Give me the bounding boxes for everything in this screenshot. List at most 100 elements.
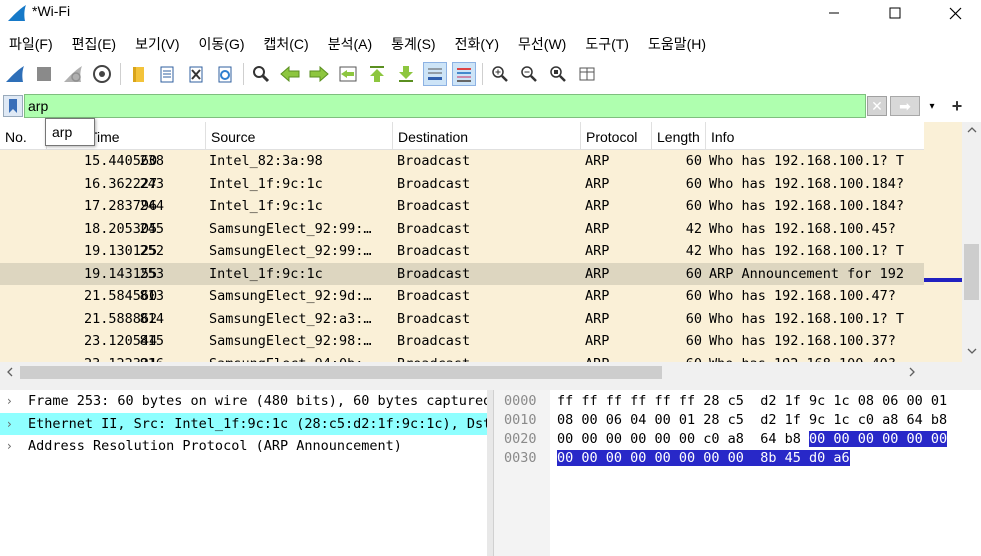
detail-text: Ethernet II, Src: Intel_1f:9c:1c (28:c5:…: [28, 415, 487, 432]
scroll-down-button[interactable]: [962, 343, 981, 359]
close-file-icon: [189, 66, 203, 83]
close-file-button[interactable]: [184, 62, 208, 86]
column-destination[interactable]: Destination: [393, 122, 581, 150]
packet-cell-info: Who has 192.168.100.184?: [709, 198, 905, 214]
packet-row[interactable]: 813 21.584560 SamsungElect_92:9d:… Broadcas…: [0, 285, 924, 308]
packet-row[interactable]: 252 19.130125 SamsungElect_92:99:… Broadcas…: [0, 240, 924, 263]
display-filter-input[interactable]: arp: [24, 94, 866, 118]
packet-list-vertical-scrollbar[interactable]: [962, 122, 981, 362]
go-to-packet-button[interactable]: [336, 62, 360, 86]
byte-offset: 0020: [504, 431, 537, 447]
colorize-button[interactable]: [452, 62, 476, 86]
packet-cell-source: SamsungElect_92:99:…: [209, 220, 372, 237]
hex-line[interactable]: 00 00 00 00 00 00 00 00 8b 45 d0 a6: [557, 449, 850, 468]
menu-go[interactable]: 이동(G): [194, 30, 250, 58]
filter-history-dropdown[interactable]: ▾: [922, 96, 942, 116]
clear-filter-button[interactable]: ✕: [867, 96, 887, 116]
packet-row[interactable]: 814 21.588862 SamsungElect_92:a3:… Broadcas…: [0, 307, 924, 330]
reload-icon: [218, 66, 232, 83]
hex-line[interactable]: 00 00 00 00 00 00 c0 a8 64 b8 00 00 00 0…: [557, 430, 948, 449]
packet-cell-info: Who has 192.168.100.40?: [709, 353, 924, 363]
packet-cell-info: Who has 192.168.100.1? T: [709, 310, 905, 327]
menu-wireless[interactable]: 무선(W): [513, 30, 571, 58]
column-time[interactable]: Time: [84, 122, 206, 150]
horizontal-scroll-thumb[interactable]: [20, 366, 662, 379]
hex-line[interactable]: 08 00 06 04 00 01 28 c5 d2 1f 9c 1c c0 a…: [557, 411, 947, 430]
zoom-in-icon: [492, 66, 508, 82]
restart-capture-button[interactable]: [61, 62, 85, 86]
menu-tools[interactable]: 도구(T): [580, 30, 634, 58]
menu-capture[interactable]: 캡처(C): [259, 30, 314, 58]
filter-bookmark-button[interactable]: [3, 95, 23, 117]
add-filter-button[interactable]: +: [947, 95, 967, 117]
packet-row[interactable]: 244 17.283796 Intel_1f:9c:1c Broadcast ARP 60…: [0, 195, 924, 218]
reload-file-button[interactable]: [213, 62, 237, 86]
packet-cell-protocol: ARP: [585, 243, 610, 259]
packet-list-horizontal-scrollbar[interactable]: [0, 362, 981, 382]
menu-file[interactable]: 파일(F): [4, 30, 58, 58]
packet-row[interactable]: 245 18.205305 SamsungElect_92:99:… Broadcas…: [0, 217, 924, 240]
packet-minimap[interactable]: [924, 122, 962, 362]
menu-statistics[interactable]: 통계(S): [386, 30, 440, 58]
menu-edit[interactable]: 편집(E): [67, 30, 121, 58]
goto-packet-icon: [339, 66, 357, 82]
zoom-reset-button[interactable]: [546, 62, 570, 86]
wireshark-fin-icon: [8, 5, 26, 21]
go-last-packet-button[interactable]: [394, 62, 418, 86]
scroll-left-button[interactable]: [2, 364, 18, 380]
stop-capture-button[interactable]: [32, 62, 56, 86]
close-button[interactable]: [932, 0, 978, 26]
hex-line[interactable]: ff ff ff ff ff ff 28 c5 d2 1f 9c 1c 08 0…: [557, 392, 947, 411]
packet-cell-length: 60: [685, 333, 702, 349]
menu-telephony[interactable]: 전화(Y): [450, 30, 504, 58]
pane-splitter[interactable]: [0, 382, 981, 390]
packet-cell-destination: Broadcast: [397, 265, 471, 282]
menu-analyze[interactable]: 분석(A): [323, 30, 377, 58]
packet-row[interactable]: 815 23.120544 SamsungElect_92:98:… Broadcas…: [0, 330, 924, 353]
packet-cell-length: 60: [685, 198, 702, 214]
vertical-scroll-thumb[interactable]: [964, 244, 979, 300]
packet-row[interactable]: 238 15.440560 Intel_82:3a:98 Broadcast ARP 60…: [0, 150, 924, 173]
open-file-button[interactable]: [126, 62, 150, 86]
packet-row[interactable]: 81623.122321SamsungElect_94:0b:…Broadcas…: [0, 352, 924, 363]
column-protocol[interactable]: Protocol: [581, 122, 652, 150]
scroll-up-button[interactable]: [962, 122, 981, 138]
apply-filter-button[interactable]: ➡: [890, 96, 920, 116]
detail-row-ethernet[interactable]: › Ethernet II, Src: Intel_1f:9c:1c (28:c…: [0, 412, 487, 436]
column-info[interactable]: Info: [706, 122, 924, 150]
column-no[interactable]: No.: [0, 122, 47, 150]
detail-row-arp[interactable]: › Address Resolution Protocol (ARP Annou…: [0, 435, 487, 458]
packet-row[interactable]: 253 19.143155 Intel_1f:9c:1c Broadcast ARP 60…: [0, 262, 924, 285]
expand-arrow-icon[interactable]: ›: [7, 413, 19, 436]
autoscroll-button[interactable]: [423, 62, 447, 86]
menu-help[interactable]: 도움말(H): [643, 30, 711, 58]
column-source[interactable]: Source: [206, 122, 393, 150]
packet-row[interactable]: 243 16.362227 Intel_1f:9c:1c Broadcast ARP 60…: [0, 172, 924, 195]
scroll-right-button[interactable]: [904, 364, 920, 380]
document-icon: [160, 66, 174, 83]
zoom-out-button[interactable]: [517, 62, 541, 86]
packet-cell-protocol: ARP: [585, 310, 610, 327]
minimize-button[interactable]: [811, 0, 857, 26]
capture-options-button[interactable]: [90, 62, 114, 86]
zoom-in-button[interactable]: [488, 62, 512, 86]
resize-columns-button[interactable]: [575, 62, 599, 86]
folder-icon: [133, 67, 144, 82]
menu-view[interactable]: 보기(V): [130, 30, 184, 58]
go-first-packet-button[interactable]: [365, 62, 389, 86]
byte-offset: 0010: [504, 412, 537, 428]
find-packet-button[interactable]: [249, 62, 273, 86]
filter-autocomplete-popup[interactable]: arp: [45, 118, 95, 146]
packet-cell-protocol: ARP: [585, 353, 653, 363]
maximize-button[interactable]: [872, 0, 918, 26]
autocomplete-item[interactable]: arp: [52, 124, 72, 140]
column-length[interactable]: Length: [652, 122, 706, 150]
expand-arrow-icon[interactable]: ›: [7, 435, 19, 458]
start-capture-button[interactable]: [3, 62, 27, 86]
go-back-button[interactable]: [278, 62, 302, 86]
packet-cell-destination: Broadcast: [397, 353, 577, 363]
go-forward-button[interactable]: [307, 62, 331, 86]
expand-arrow-icon[interactable]: ›: [7, 390, 19, 413]
save-file-button[interactable]: [155, 62, 179, 86]
detail-row-frame[interactable]: › Frame 253: 60 bytes on wire (480 bits)…: [0, 390, 487, 413]
